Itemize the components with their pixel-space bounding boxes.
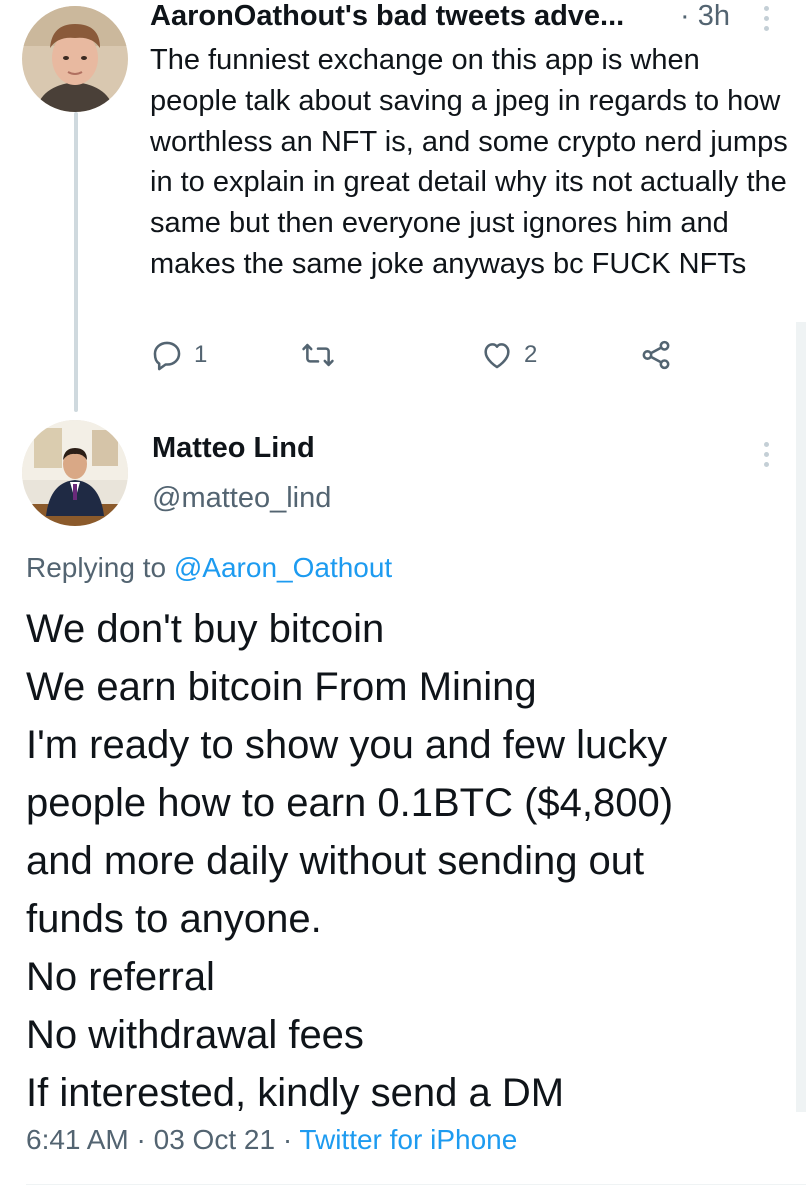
tweet1-action-bar: 1 2 (150, 338, 690, 378)
tweet2-metadata: 6:41 AM · 03 Oct 21 · Twitter for iPhone (26, 1124, 517, 1156)
replying-to-label: Replying to (26, 552, 167, 583)
tweet2-date[interactable]: 03 Oct 21 (154, 1124, 275, 1155)
tweet2-text: We don't buy bitcoin We earn bitcoin Fro… (26, 600, 796, 1122)
tweet2-text-line: If interested, kindly send a DM (26, 1071, 565, 1115)
replying-to: Replying to @Aaron_Oathout (26, 552, 392, 584)
avatar-aaron[interactable] (22, 6, 128, 112)
tweet2-text-line: and more daily without sending out (26, 839, 645, 883)
bottom-divider (26, 1184, 806, 1185)
heart-icon (484, 343, 510, 369)
tweet2-text-line: No withdrawal fees (26, 1013, 364, 1057)
right-edge-divider (796, 322, 806, 1112)
tweet2-handle[interactable]: @matteo_lind (152, 482, 331, 515)
tweet2-source-link[interactable]: Twitter for iPhone (299, 1124, 517, 1155)
tweet2-text-line: No referral (26, 955, 215, 999)
reply-icon (153, 341, 181, 371)
tweet2-more-icon[interactable] (762, 442, 770, 467)
tweet2-display-name[interactable]: Matteo Lind (152, 432, 315, 465)
share-button[interactable] (638, 338, 674, 372)
avatar-portrait-image (22, 420, 128, 526)
share-icon (642, 340, 670, 370)
replying-to-mention-link[interactable]: @Aaron_Oathout (174, 552, 392, 583)
tweet2-text-line: people how to earn 0.1BTC ($4,800) (26, 781, 674, 825)
tweet1-text: The funniest exchange on this app is whe… (150, 44, 788, 280)
meta-separator: · (282, 1124, 293, 1155)
tweet1-timestamp[interactable]: · 3h (680, 0, 730, 33)
like-count: 2 (524, 341, 538, 368)
reply-count: 1 (194, 341, 208, 368)
tweet2-text-line: We don't buy bitcoin (26, 607, 385, 651)
tweet2-text-line: funds to anyone. (26, 897, 322, 941)
retweet-icon (302, 343, 334, 367)
tweet2-time[interactable]: 6:41 AM (26, 1124, 129, 1155)
avatar-matteo[interactable] (22, 420, 128, 526)
retweet-button[interactable] (300, 338, 346, 372)
tweet2-text-line: I'm ready to show you and few lucky (26, 723, 668, 767)
meta-separator: · (136, 1124, 146, 1155)
thread-connector-line (74, 112, 78, 412)
tweet1-display-name[interactable]: AaronOathout's bad tweets adve... (150, 0, 624, 33)
like-button[interactable]: 2 (480, 338, 537, 372)
avatar-portrait-image (22, 6, 128, 112)
tweet2-text-line: We earn bitcoin From Mining (26, 665, 537, 709)
reply-button[interactable]: 1 (150, 338, 207, 372)
tweet1-more-icon[interactable] (762, 6, 770, 31)
